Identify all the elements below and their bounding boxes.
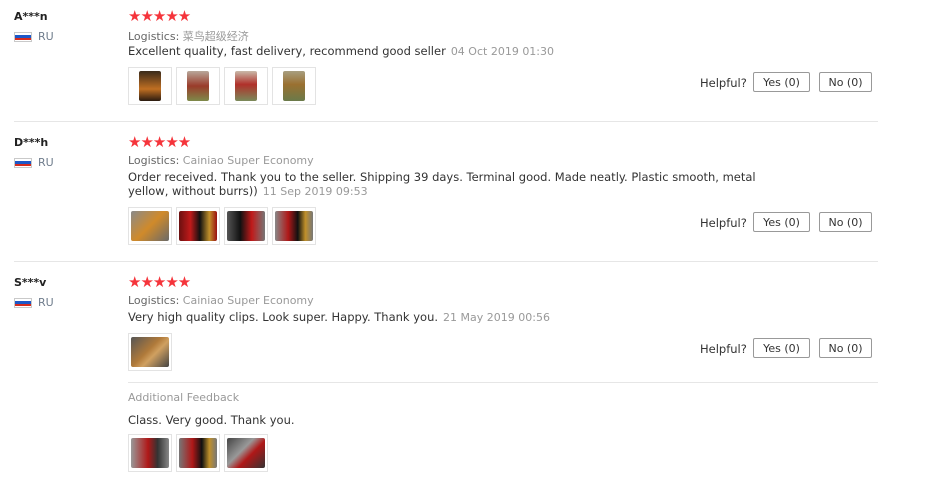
helpful-no-button[interactable]: No (0) (819, 72, 872, 92)
review-photos (128, 67, 316, 105)
logistics-label: Logistics: (128, 154, 180, 167)
review-photo[interactable] (224, 434, 268, 472)
star-rating: ★★★★★ (128, 7, 191, 25)
review-photo[interactable] (128, 67, 172, 105)
additional-feedback-divider (128, 382, 878, 383)
logistics-label: Logistics: (128, 294, 180, 307)
logistics-label: Logistics: (128, 30, 180, 43)
review-photo[interactable] (272, 67, 316, 105)
review-photo[interactable] (224, 207, 268, 245)
helpful-no-button[interactable]: No (0) (819, 212, 872, 232)
russia-flag-icon (14, 157, 32, 168)
review-photos (128, 333, 172, 371)
reviewer-country: RU (14, 156, 54, 169)
review-text-block: Order received. Thank you to the seller.… (128, 170, 788, 199)
review-photo[interactable] (128, 333, 172, 371)
additional-feedback-photos (128, 434, 268, 472)
review-date: 04 Oct 2019 01:30 (450, 45, 555, 58)
star-rating: ★★★★★ (128, 273, 191, 291)
review-text-block: Very high quality clips. Look super. Hap… (128, 310, 788, 325)
review-photo[interactable] (176, 207, 220, 245)
review-photo[interactable] (176, 434, 220, 472)
additional-feedback-title: Additional Feedback (128, 391, 240, 404)
reviewer-name: D***h (14, 136, 49, 149)
review-divider (14, 261, 878, 262)
review-text: Order received. Thank you to the seller.… (128, 170, 756, 198)
helpful-label: Helpful? (700, 216, 747, 230)
review-text-block: Excellent quality, fast delivery, recomm… (128, 44, 788, 59)
review-date: 21 May 2019 00:56 (443, 311, 550, 324)
logistics-info: Logistics: 菜鸟超级经济 (128, 28, 249, 44)
logistics-value: 菜鸟超级经济 (182, 30, 249, 43)
helpful-no-button[interactable]: No (0) (819, 338, 872, 358)
country-code: RU (38, 156, 54, 169)
logistics-info: Logistics: Cainiao Super Economy (128, 294, 314, 307)
helpful-yes-button[interactable]: Yes (0) (753, 338, 810, 358)
additional-feedback-text: Class. Very good. Thank you. (128, 413, 295, 427)
review-text: Very high quality clips. Look super. Hap… (128, 310, 439, 324)
reviewer-name: A***n (14, 10, 48, 23)
helpful-label: Helpful? (700, 342, 747, 356)
country-code: RU (38, 30, 54, 43)
review-divider (14, 121, 878, 122)
russia-flag-icon (14, 31, 32, 42)
review-photo[interactable] (224, 67, 268, 105)
star-rating: ★★★★★ (128, 133, 191, 151)
review-photos (128, 207, 316, 245)
review-date: 11 Sep 2019 09:53 (262, 185, 368, 198)
review-photo[interactable] (128, 434, 172, 472)
helpful-yes-button[interactable]: Yes (0) (753, 212, 810, 232)
review-photo[interactable] (176, 67, 220, 105)
logistics-value: Cainiao Super Economy (182, 154, 314, 167)
russia-flag-icon (14, 297, 32, 308)
review-text: Excellent quality, fast delivery, recomm… (128, 44, 446, 58)
review-photo[interactable] (272, 207, 316, 245)
helpful-yes-button[interactable]: Yes (0) (753, 72, 810, 92)
country-code: RU (38, 296, 54, 309)
review-photo[interactable] (128, 207, 172, 245)
reviewer-name: S***v (14, 276, 47, 289)
reviewer-country: RU (14, 296, 54, 309)
helpful-label: Helpful? (700, 76, 747, 90)
reviewer-country: RU (14, 30, 54, 43)
logistics-value: Cainiao Super Economy (182, 294, 314, 307)
logistics-info: Logistics: Cainiao Super Economy (128, 154, 314, 167)
